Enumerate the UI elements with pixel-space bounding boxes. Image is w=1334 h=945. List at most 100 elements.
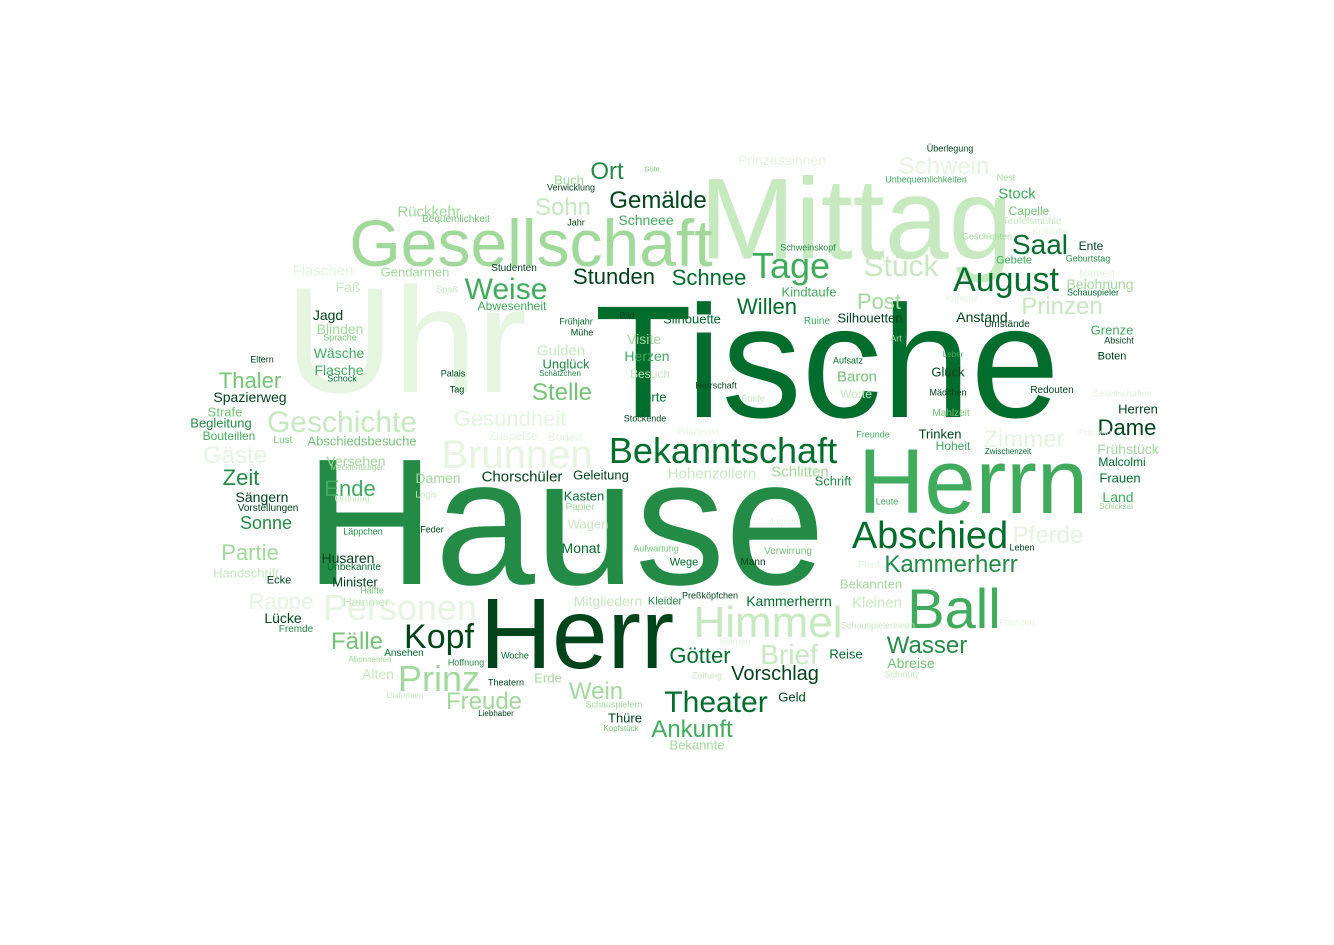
cloud-word: Flaschen	[292, 262, 354, 280]
cloud-word: Vorstellungen	[237, 503, 299, 514]
cloud-word: Kasten	[563, 488, 605, 504]
cloud-word: Ort	[590, 158, 624, 185]
cloud-word: Feder	[420, 524, 444, 535]
cloud-word: Alten	[362, 666, 394, 682]
cloud-word: Abschiedsbesuche	[307, 433, 417, 449]
cloud-word: Spaß	[436, 284, 458, 295]
cloud-word: Gemälde	[609, 187, 707, 214]
cloud-word: Schrift	[814, 473, 852, 489]
cloud-word: Sohn	[534, 194, 592, 221]
cloud-word: Sonne	[239, 513, 293, 533]
cloud-word: Studenten	[491, 263, 537, 274]
cloud-word: Trinken	[918, 426, 962, 442]
cloud-word: Tage	[751, 245, 831, 286]
cloud-word: Mann	[740, 557, 766, 568]
cloud-word: Schauspielerinnen	[840, 620, 916, 631]
cloud-word: Frühjahr	[559, 316, 593, 327]
cloud-word: Leber	[942, 350, 964, 359]
cloud-word: Partie	[221, 540, 279, 565]
cloud-word: Ente	[1078, 239, 1104, 253]
cloud-word: Erde	[534, 670, 562, 686]
cloud-word: Stunden	[573, 264, 655, 289]
cloud-word: Abschied	[851, 515, 1009, 557]
cloud-word: Teufelsmühle	[1002, 216, 1062, 227]
cloud-word: Theatern	[487, 677, 525, 688]
cloud-word: Faß	[335, 279, 361, 295]
cloud-word: Palais	[440, 368, 466, 379]
cloud-word: Theater	[664, 686, 768, 719]
cloud-word: August	[953, 261, 1059, 299]
cloud-word: Redouten	[1030, 385, 1074, 396]
cloud-word: Kutsche	[945, 293, 979, 304]
cloud-word: Ball	[907, 577, 1001, 640]
cloud-word: Umstände	[984, 319, 1030, 330]
cloud-word: Schätzchen	[539, 369, 581, 378]
cloud-word: Baron	[836, 368, 878, 386]
cloud-word: Pferd	[858, 559, 880, 570]
cloud-word: Ruine	[803, 316, 831, 327]
cloud-word: Pflanzen	[999, 617, 1035, 628]
cloud-word: Visite	[627, 331, 661, 347]
cloud-word: Jagd	[312, 307, 344, 323]
cloud-word: Boten	[1097, 350, 1127, 363]
cloud-word: Ecke	[266, 574, 292, 587]
cloud-word: Gäste	[202, 442, 268, 469]
cloud-word: Geburtstag	[1065, 253, 1111, 264]
cloud-word: Worte	[840, 387, 872, 401]
cloud-word: Bequemlichkeit	[422, 214, 490, 225]
cloud-word: Schock	[327, 373, 357, 384]
cloud-word: Freunde	[856, 429, 890, 440]
cloud-word: Eltern	[250, 354, 274, 365]
cloud-word: Stück	[863, 250, 939, 283]
cloud-word: Schauspieler	[1066, 287, 1120, 298]
cloud-word: Gesundheit	[453, 406, 567, 431]
cloud-word: Stock	[998, 185, 1036, 203]
cloud-word: Läppchen	[343, 526, 383, 537]
cloud-word: Bouteillen	[202, 429, 256, 443]
cloud-word: Preßköpfchen	[681, 590, 739, 601]
cloud-word: Fräulein	[1078, 427, 1112, 438]
cloud-word: Leben	[1009, 542, 1035, 553]
cloud-word: Stockende	[623, 413, 667, 424]
cloud-word: Herrschaft	[695, 380, 737, 391]
cloud-word: Schnee	[671, 265, 747, 290]
cloud-word: Güte	[644, 166, 660, 174]
cloud-word: Verwicklung	[546, 182, 596, 193]
cloud-word: Liebhaber	[478, 709, 514, 718]
cloud-word: Silhouette	[663, 311, 721, 327]
cloud-word: Blumen	[719, 636, 751, 647]
cloud-word: Reise	[829, 646, 863, 662]
cloud-word: Kleider	[647, 595, 683, 608]
cloud-word: Schmutz	[884, 669, 920, 680]
cloud-word: Frühstück	[1097, 441, 1159, 457]
cloud-word: Unbequemlichkeiten	[885, 174, 967, 185]
cloud-word: Wege	[669, 556, 699, 569]
cloud-word: Prinzessin	[677, 426, 719, 437]
cloud-word: Geschichten	[961, 231, 1013, 242]
cloud-word: Jahr	[567, 217, 585, 228]
cloud-word: Vorschlag	[731, 663, 819, 685]
cloud-word: Fälle	[330, 628, 384, 655]
word-cloud: Tische Hause Uhr Mittag Herr Herrn Gesellschaf…	[0, 0, 1334, 945]
cloud-word: Fremde	[278, 624, 314, 635]
cloud-word: Besuch	[629, 367, 671, 381]
cloud-word: Kindtaufe	[781, 284, 837, 300]
cloud-word: Frauen	[1099, 470, 1141, 486]
cloud-word: Komödie	[1032, 226, 1068, 237]
cloud-word: Wäsche	[313, 345, 365, 361]
cloud-word: Zeit	[222, 465, 260, 490]
cloud-word: Stelle	[531, 379, 593, 406]
cloud-word: Abwesenheit	[477, 299, 547, 313]
cloud-word: Mühe	[570, 327, 594, 338]
cloud-word: Mädchen	[929, 387, 967, 398]
cloud-word: Kopfstück	[603, 724, 639, 733]
cloud-word: Chorschüler	[481, 468, 563, 486]
cloud-word: Begleitung	[190, 415, 252, 431]
cloud-word: Geld	[778, 689, 806, 705]
cloud-word: Kammerherr	[884, 551, 1018, 578]
cloud-word: Nest	[996, 172, 1016, 183]
cloud-word: Uniformen	[386, 691, 424, 700]
cloud-word: Aufsatz	[832, 355, 864, 366]
cloud-word: Hammer	[342, 595, 390, 609]
cloud-word: Herren	[1118, 401, 1158, 417]
